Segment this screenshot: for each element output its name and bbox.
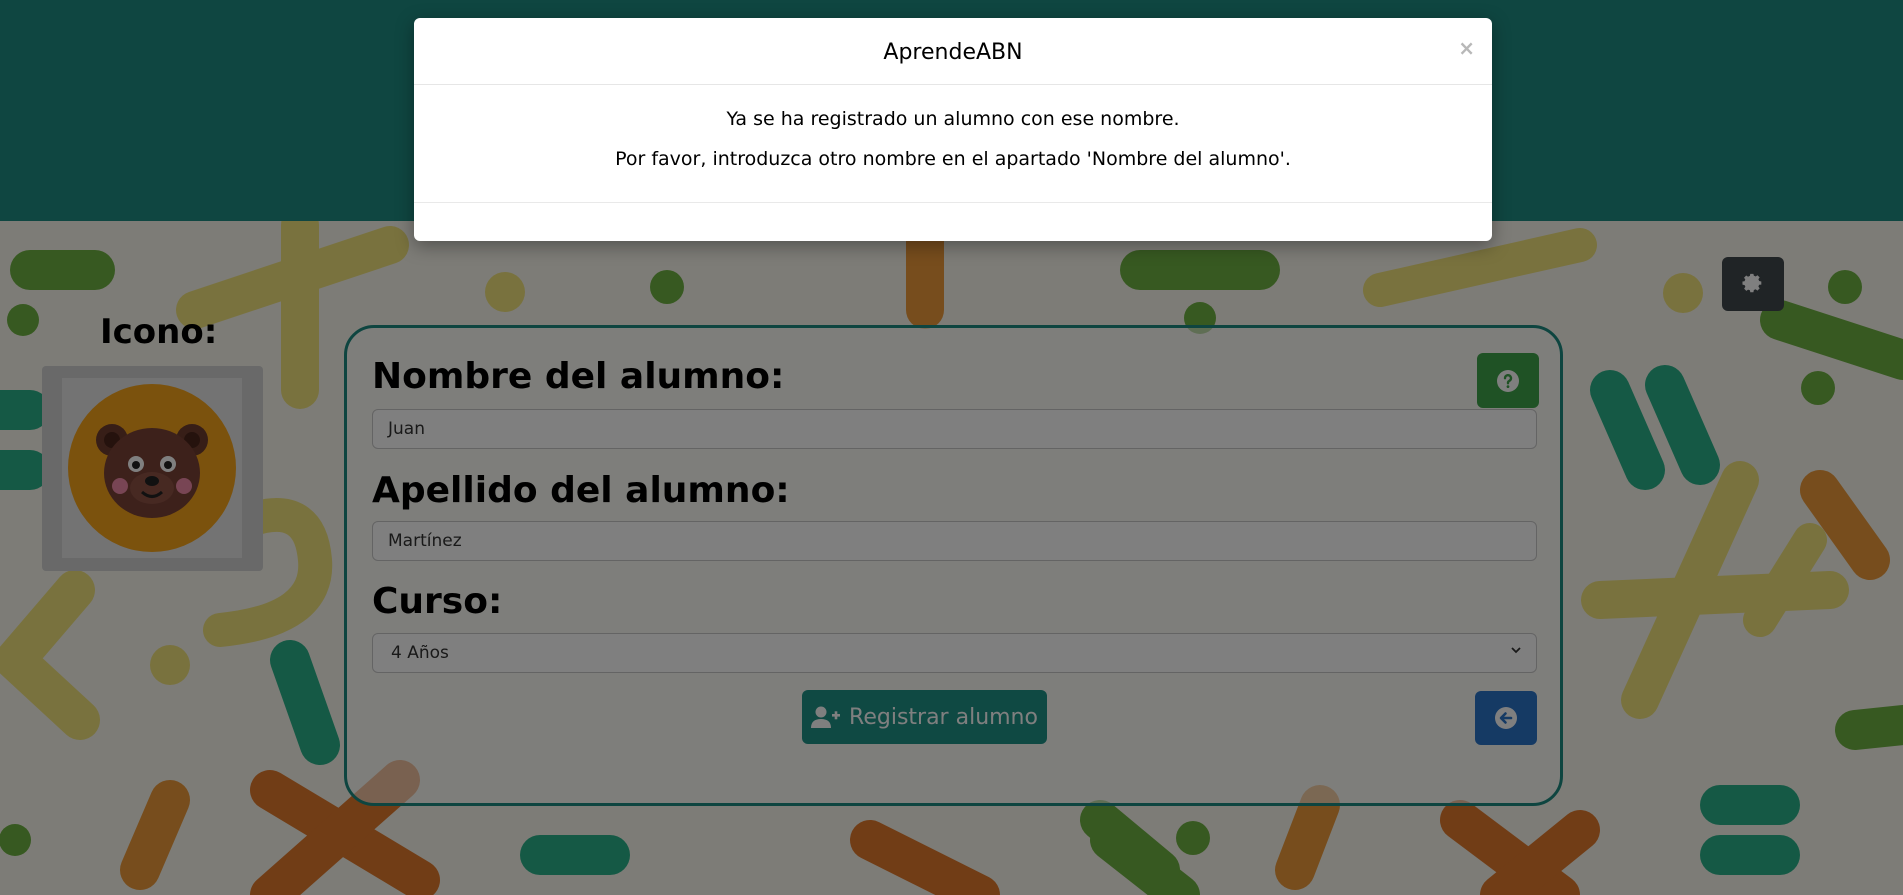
modal-message-line1: Ya se ha registrado un alumno con ese no… (726, 108, 1180, 130)
modal-footer-divider (414, 202, 1492, 203)
modal-header-divider (414, 84, 1492, 85)
modal-close-button[interactable]: × (1458, 36, 1475, 60)
modal-message-line2: Por favor, introduzca otro nombre en el … (615, 148, 1291, 170)
modal-title: AprendeABN (883, 40, 1023, 65)
duplicate-name-modal: AprendeABN × Ya se ha registrado un alum… (414, 18, 1492, 241)
